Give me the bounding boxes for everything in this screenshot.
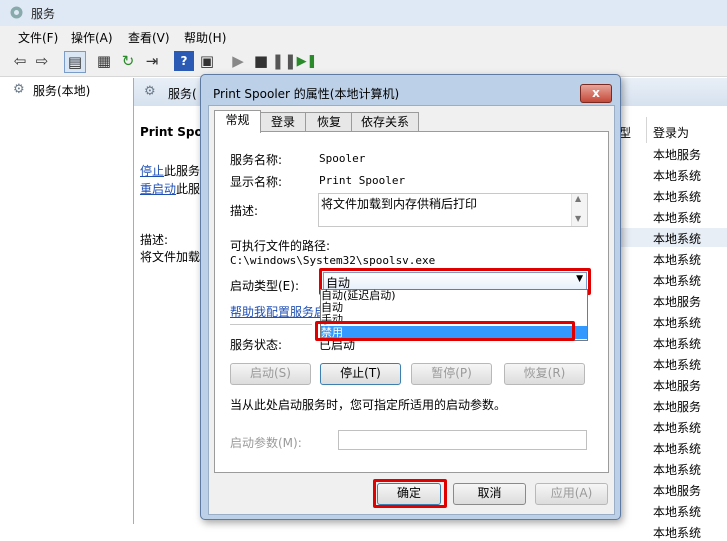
description-value: 将文件加载到内存供稍后打印 xyxy=(321,197,478,211)
logon-cell[interactable]: 本地服务 xyxy=(653,146,701,163)
window-title: 服务 xyxy=(31,7,56,21)
properties-dialog: Print Spooler 的属性(本地计算机) x 常规 登录 恢复 依存关系… xyxy=(200,74,621,520)
logon-cell[interactable]: 本地服务 xyxy=(653,398,701,415)
service-name-label: 服务名称: xyxy=(230,153,283,167)
scroll-up-icon[interactable]: ▲ xyxy=(575,194,581,203)
resume-service-icon[interactable]: ▶❚ xyxy=(297,51,318,71)
help-configure-link[interactable]: 帮助我配置服务启 xyxy=(230,303,326,320)
logon-cell[interactable]: 本地系统 xyxy=(653,524,701,541)
dialog-body: 常规 登录 恢复 依存关系 服务名称: Spooler 显示名称: Print … xyxy=(208,105,615,515)
description-label: 描述: xyxy=(230,204,259,218)
show-pane-icon[interactable]: ▣ xyxy=(197,51,217,71)
logon-cell[interactable]: 本地系统 xyxy=(653,209,701,226)
option-auto-delayed[interactable]: 自动(延迟启动) xyxy=(321,290,587,302)
stop-service-text: 此服务 xyxy=(164,164,201,178)
tab-logon[interactable]: 登录 xyxy=(259,112,307,132)
startup-params-input[interactable] xyxy=(338,430,587,450)
logon-cell[interactable]: 本地系统 xyxy=(653,335,701,352)
window-titlebar: 服务 xyxy=(0,0,727,27)
startup-type-label: 启动类型(E): xyxy=(230,279,299,293)
tab-panel-general: 服务名称: Spooler 显示名称: Print Spooler 描述: 将文… xyxy=(214,131,609,473)
menu-view[interactable]: 查看(V) xyxy=(128,29,170,46)
console-tree-icon[interactable]: ▤ xyxy=(64,51,86,73)
logon-cell[interactable]: 本地服务 xyxy=(653,482,701,499)
logon-cell[interactable]: 本地系统 xyxy=(653,251,701,268)
console-tree: ⚙ 服务(本地) xyxy=(8,78,134,524)
logon-cell[interactable]: 本地系统 xyxy=(653,167,701,184)
description-text: 将文件加载 xyxy=(140,250,201,264)
service-status-label: 服务状态: xyxy=(230,338,283,352)
logon-cell[interactable]: 本地系统 xyxy=(653,503,701,520)
logon-cell[interactable]: 本地系统 xyxy=(653,272,701,289)
description-heading: 描述: xyxy=(140,233,169,247)
logon-cell[interactable]: 本地服务 xyxy=(653,293,701,310)
startup-params-hint: 当从此处启动服务时，您可指定所适用的启动参数。 xyxy=(230,398,507,412)
exe-path-label: 可执行文件的路径: xyxy=(230,239,331,253)
ok-button[interactable]: 确定 xyxy=(377,483,441,505)
scroll-down-icon[interactable]: ▼ xyxy=(575,214,581,223)
startup-type-combobox[interactable]: 自动 ▼ xyxy=(323,272,587,290)
display-name-label: 显示名称: xyxy=(230,175,283,189)
services-node-icon: ⚙ xyxy=(13,82,25,97)
logon-cell[interactable]: 本地系统 xyxy=(653,314,701,331)
back-arrow-icon[interactable]: ⇦ xyxy=(10,51,30,71)
logon-cell[interactable]: 本地系统 xyxy=(653,461,701,478)
column-header-logon-as[interactable]: 登录为 xyxy=(653,124,689,141)
pause-button[interactable]: 暂停(P) xyxy=(411,363,492,385)
startup-params-label: 启动参数(M): xyxy=(230,436,302,450)
pause-service-icon[interactable]: ❚❚ xyxy=(271,51,296,71)
description-scrollbar[interactable]: ▲ ▼ xyxy=(571,194,587,226)
service-name-value: Spooler xyxy=(319,152,366,165)
dialog-title: Print Spooler 的属性(本地计算机) xyxy=(213,87,400,101)
help-icon[interactable]: ? xyxy=(174,51,194,71)
separator xyxy=(230,324,312,325)
properties-list-icon[interactable]: ▦ xyxy=(94,51,114,71)
tab-dependencies[interactable]: 依存关系 xyxy=(351,112,419,132)
logon-cell[interactable]: 本地系统 xyxy=(653,230,701,247)
restart-service-text: 此服 xyxy=(176,182,201,196)
export-list-icon[interactable]: ⇥ xyxy=(142,51,162,71)
exe-path-value: C:\windows\System32\spoolsv.exe xyxy=(230,254,436,267)
display-name-value: Print Spooler xyxy=(319,174,406,187)
description-box: 将文件加载到内存供稍后打印 ▲ ▼ xyxy=(318,193,588,227)
tab-recovery[interactable]: 恢复 xyxy=(305,112,353,132)
services-app-icon xyxy=(10,6,23,19)
menu-bar: 文件(F) 操作(A) 查看(V) 帮助(H) xyxy=(0,26,727,46)
disabled-option-annotation xyxy=(315,321,575,341)
refresh-icon[interactable]: ↻ xyxy=(118,51,138,71)
logon-cell[interactable]: 本地系统 xyxy=(653,419,701,436)
menu-file[interactable]: 文件(F) xyxy=(18,29,58,46)
logon-cell[interactable]: 本地系统 xyxy=(653,356,701,373)
resume-button[interactable]: 恢复(R) xyxy=(504,363,585,385)
cancel-button[interactable]: 取消 xyxy=(453,483,526,505)
stop-service-icon[interactable]: ■ xyxy=(251,51,271,71)
logon-cell[interactable]: 本地服务 xyxy=(653,377,701,394)
stop-service-link[interactable]: 停止 xyxy=(140,162,164,179)
start-button[interactable]: 启动(S) xyxy=(230,363,311,385)
restart-service-link[interactable]: 重启动 xyxy=(140,180,176,197)
tab-general[interactable]: 常规 xyxy=(214,110,261,133)
stop-button[interactable]: 停止(T) xyxy=(320,363,401,385)
dialog-close-button[interactable]: x xyxy=(580,84,612,103)
services-header-icon: ⚙ xyxy=(144,84,156,99)
logon-cell[interactable]: 本地系统 xyxy=(653,188,701,205)
start-service-icon[interactable]: ▶ xyxy=(228,51,248,71)
logon-cell[interactable]: 本地系统 xyxy=(653,440,701,457)
chevron-down-icon[interactable]: ▼ xyxy=(576,274,583,284)
apply-button[interactable]: 应用(A) xyxy=(535,483,608,505)
option-auto[interactable]: 自动 xyxy=(321,302,587,314)
menu-help[interactable]: 帮助(H) xyxy=(184,29,226,46)
menu-action[interactable]: 操作(A) xyxy=(71,29,113,46)
tree-item-services-local[interactable]: 服务(本地) xyxy=(33,82,90,99)
column-divider xyxy=(646,117,647,143)
forward-arrow-icon[interactable]: ⇨ xyxy=(32,51,52,71)
toolbar: ⇦ ⇨ ▤ ▦ ↻ ⇥ ? ▣ ▶ ■ ❚❚ ▶❚ xyxy=(0,46,727,77)
services-pane-title: 服务( xyxy=(168,87,197,101)
